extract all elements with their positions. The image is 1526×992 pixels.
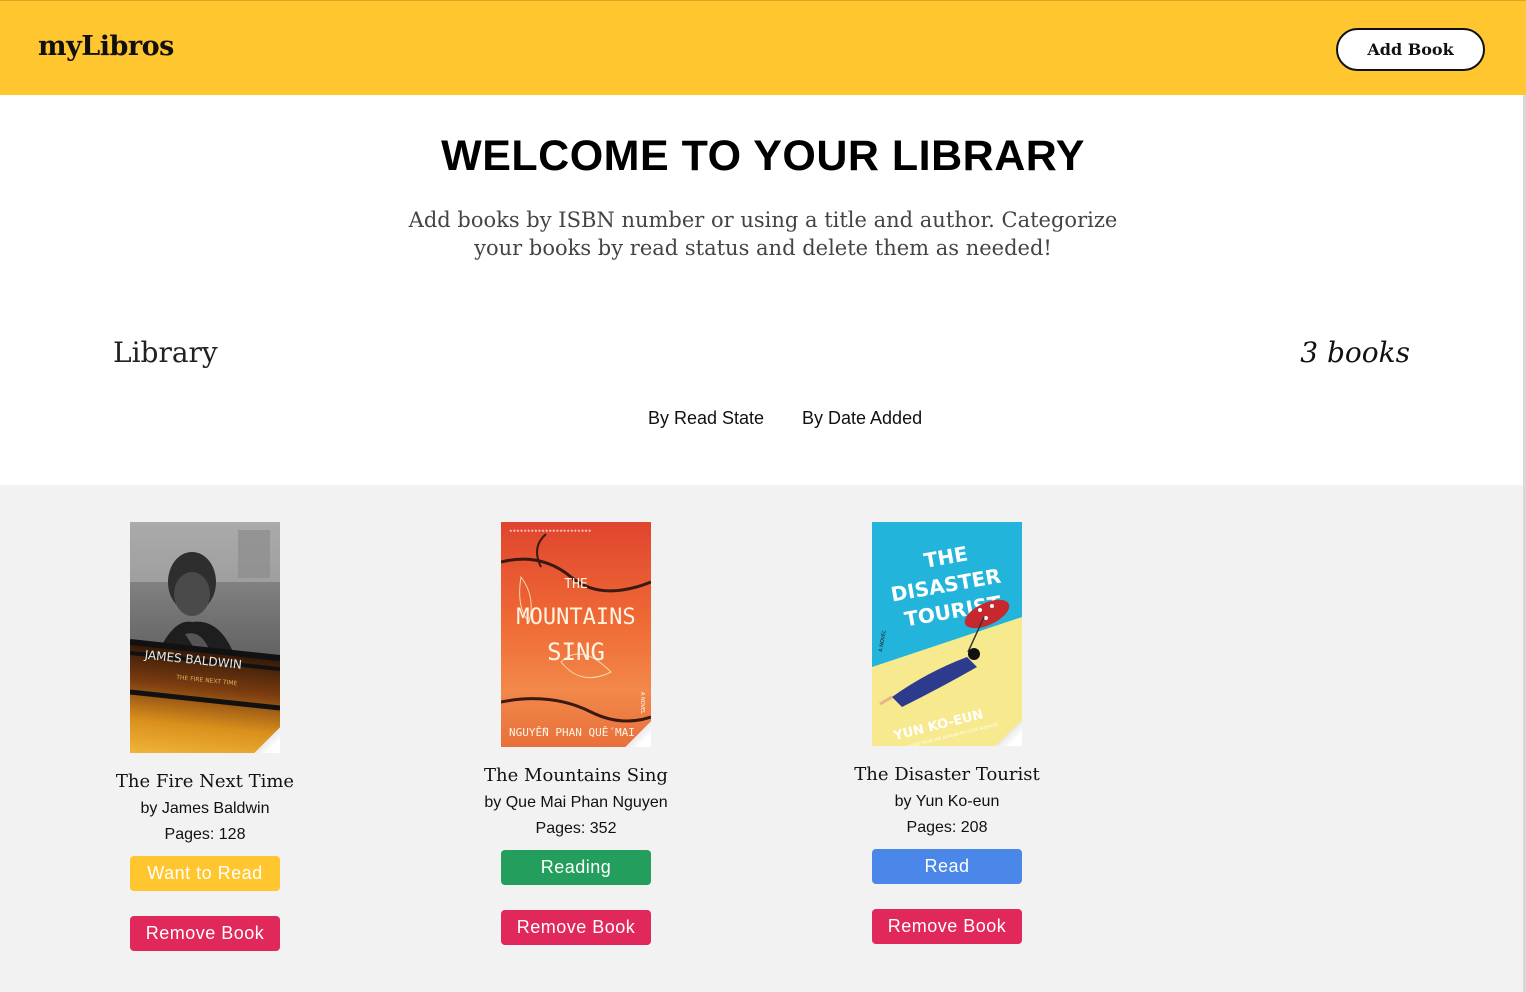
book-title: The Fire Next Time [115, 771, 295, 792]
svg-text:NGUYỄN PHAN QUẾ MAI: NGUYỄN PHAN QUẾ MAI [509, 726, 635, 739]
book-title: The Mountains Sing [484, 765, 668, 786]
book-author: by James Baldwin [140, 800, 270, 817]
book-count: 3 books [1300, 336, 1410, 369]
remove-book-button[interactable]: Remove Book [872, 909, 1022, 944]
intro-text: Add books by ISBN number or using a titl… [408, 208, 1118, 260]
page-curl-decoration [254, 727, 280, 753]
svg-text:MOUNTAINS: MOUNTAINS [516, 605, 635, 630]
book-cover-image: JAMES BALDWIN THE FIRE NEXT TIME [130, 522, 280, 753]
top-navigation-bar: myLibros Add Book [0, 0, 1526, 95]
sort-by-date-added-link[interactable]: By Date Added [802, 408, 922, 429]
svg-text:A NOVEL: A NOVEL [639, 692, 645, 714]
svg-text:THE: THE [564, 577, 587, 592]
remove-book-button[interactable]: Remove Book [501, 910, 651, 945]
page-curl-decoration [625, 721, 651, 747]
book-cover-image: ★★★★★★★★★★★★★★★★★★★★★★★ THE MOUNTAINS SI… [501, 522, 651, 747]
page-title: WELCOME TO YOUR LIBRARY [441, 132, 1085, 180]
read-status-button[interactable]: Read [872, 849, 1022, 884]
svg-text:SING: SING [547, 638, 605, 666]
book-author: by Que Mai Phan Nguyen [484, 794, 668, 811]
brand-logo[interactable]: myLibros [38, 31, 174, 62]
book-card: JAMES BALDWIN THE FIRE NEXT TIME The Fir… [75, 522, 335, 951]
sort-by-read-state-link[interactable]: By Read State [648, 408, 764, 429]
book-pages: Pages: 208 [906, 819, 988, 836]
svg-text:★★★★★★★★★★★★★★★★★★★★★★★: ★★★★★★★★★★★★★★★★★★★★★★★ [509, 528, 592, 533]
book-pages: Pages: 128 [164, 826, 246, 843]
book-title: The Disaster Tourist [854, 764, 1040, 785]
remove-book-button[interactable]: Remove Book [130, 916, 280, 951]
library-heading: Library [113, 336, 218, 369]
page-curl-decoration [996, 720, 1022, 746]
add-book-button[interactable]: Add Book [1336, 28, 1485, 71]
book-card: ★★★★★★★★★★★★★★★★★★★★★★★ THE MOUNTAINS SI… [446, 522, 706, 945]
book-card: THE DISASTER TOURIST A NOVEL YUN KO-EUN … [817, 522, 1077, 944]
book-pages: Pages: 352 [535, 820, 617, 837]
book-cover-image: THE DISASTER TOURIST A NOVEL YUN KO-EUN … [872, 522, 1022, 746]
book-shelf: JAMES BALDWIN THE FIRE NEXT TIME The Fir… [0, 485, 1526, 992]
read-status-button[interactable]: Reading [501, 850, 651, 885]
book-author: by Yun Ko-eun [894, 793, 1000, 810]
read-status-button[interactable]: Want to Read [130, 856, 280, 891]
